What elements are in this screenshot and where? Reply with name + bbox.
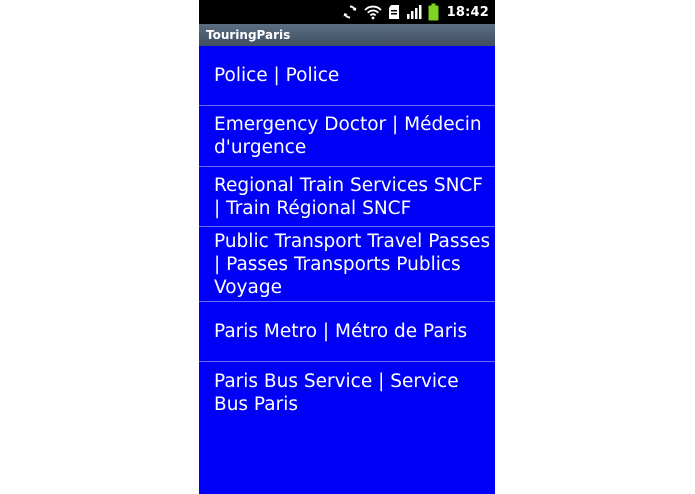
signal-icon [406,0,422,24]
emergency-contacts-list: Police | Police Emergency Doctor | Médec… [199,46,495,424]
battery-icon [428,0,439,24]
list-item-label: Public Transport Travel Passes | Passes … [214,230,491,298]
list-item-label: Paris Metro | Métro de Paris [214,321,468,342]
list-item-label: Paris Bus Service | Service Bus Paris [214,371,459,415]
app-title: TouringParis [206,28,291,42]
list-item-police[interactable]: Police | Police [199,46,495,106]
status-clock: 18:42 [446,4,489,20]
list-item-label: Regional Train Services SNCF | Train Rég… [214,174,483,219]
sync-icon [342,0,358,24]
app-screen: 18:42 TouringParis Police | Police Emerg… [199,0,495,494]
list-item-paris-bus[interactable]: Paris Bus Service | Service Bus Paris [199,362,495,424]
list-item-label: Emergency Doctor | Médecin d'urgence [214,114,482,158]
list-item-transport-passes[interactable]: Public Transport Travel Passes | Passes … [199,227,495,302]
wifi-icon [363,0,382,24]
app-title-bar: TouringParis [199,24,495,46]
list-item-emergency-doctor[interactable]: Emergency Doctor | Médecin d'urgence [199,106,495,167]
list-item-label: Police | Police [214,65,340,86]
list-item-regional-train[interactable]: Regional Train Services SNCF | Train Rég… [199,167,495,227]
status-bar: 18:42 [199,0,495,24]
list-item-paris-metro[interactable]: Paris Metro | Métro de Paris [199,302,495,362]
sd-card-icon [388,0,400,24]
